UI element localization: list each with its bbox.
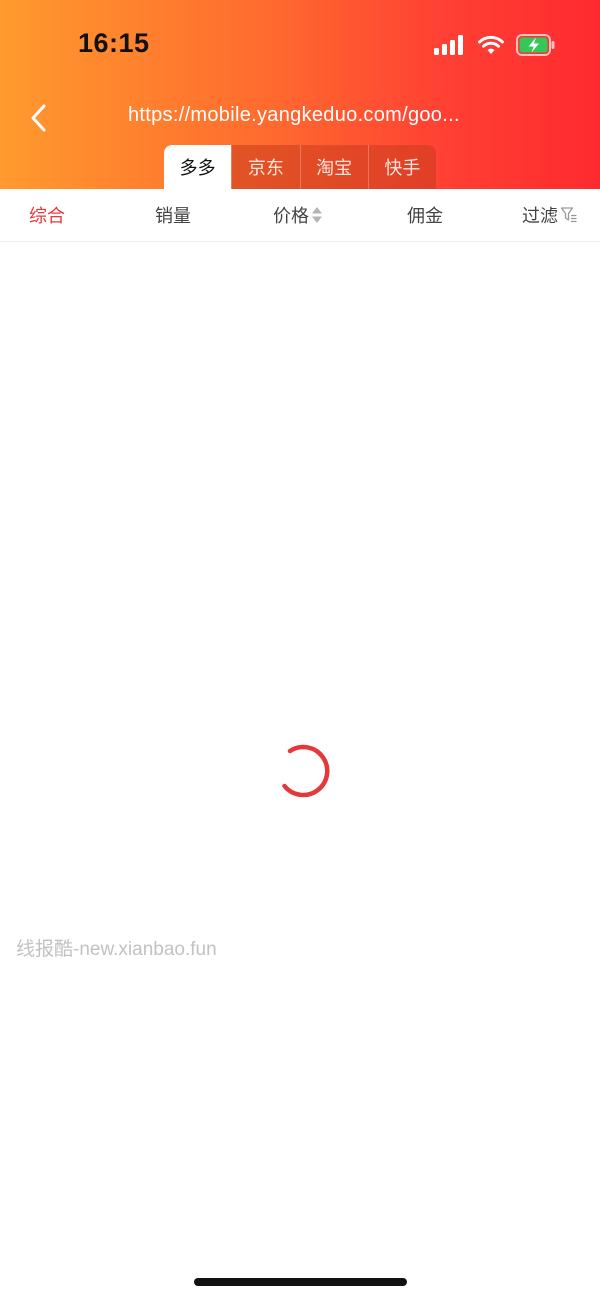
status-time: 16:15 bbox=[78, 28, 150, 58]
tab-taobao[interactable]: 淘宝 bbox=[299, 145, 368, 189]
loading-spinner-icon bbox=[282, 744, 330, 798]
chevron-left-icon bbox=[31, 104, 46, 132]
sort-filter-label: 过滤 bbox=[522, 206, 558, 227]
sort-sales-label: 销量 bbox=[155, 206, 191, 227]
back-button[interactable] bbox=[22, 100, 54, 136]
sort-comprehensive-label: 综合 bbox=[29, 206, 65, 227]
sort-price[interactable]: 价格 bbox=[273, 189, 323, 241]
status-icons bbox=[434, 32, 556, 58]
home-indicator bbox=[194, 1278, 407, 1286]
tab-kuaishou[interactable]: 快手 bbox=[367, 145, 436, 189]
battery-charging-icon bbox=[516, 34, 555, 56]
signal-icon bbox=[434, 35, 463, 55]
sort-arrows-icon bbox=[312, 207, 322, 223]
sort-commission-label: 佣金 bbox=[407, 206, 443, 227]
sort-price-label: 价格 bbox=[273, 206, 309, 227]
tab-jingdong[interactable]: 京东 bbox=[231, 145, 300, 189]
sort-comprehensive[interactable]: 综合 bbox=[29, 189, 65, 241]
tab-duoduo[interactable]: 多多 bbox=[164, 145, 232, 189]
sort-filter[interactable]: 过滤 bbox=[522, 189, 578, 241]
sort-commission[interactable]: 佣金 bbox=[407, 189, 443, 241]
header: 16:15 https://mobile.yangkeduo.com/goo..… bbox=[0, 0, 600, 189]
wifi-icon bbox=[478, 35, 504, 54]
page-url: https://mobile.yangkeduo.com/goo... bbox=[128, 104, 460, 126]
platform-tabs: 多多 京东 淘宝 快手 bbox=[164, 145, 436, 189]
filter-icon bbox=[560, 207, 577, 223]
watermark-text: 线报酷-new.xianbao.fun bbox=[16, 939, 217, 960]
sort-bar: 综合 销量 价格 佣金 过滤 bbox=[0, 189, 600, 242]
sort-sales[interactable]: 销量 bbox=[155, 189, 191, 241]
